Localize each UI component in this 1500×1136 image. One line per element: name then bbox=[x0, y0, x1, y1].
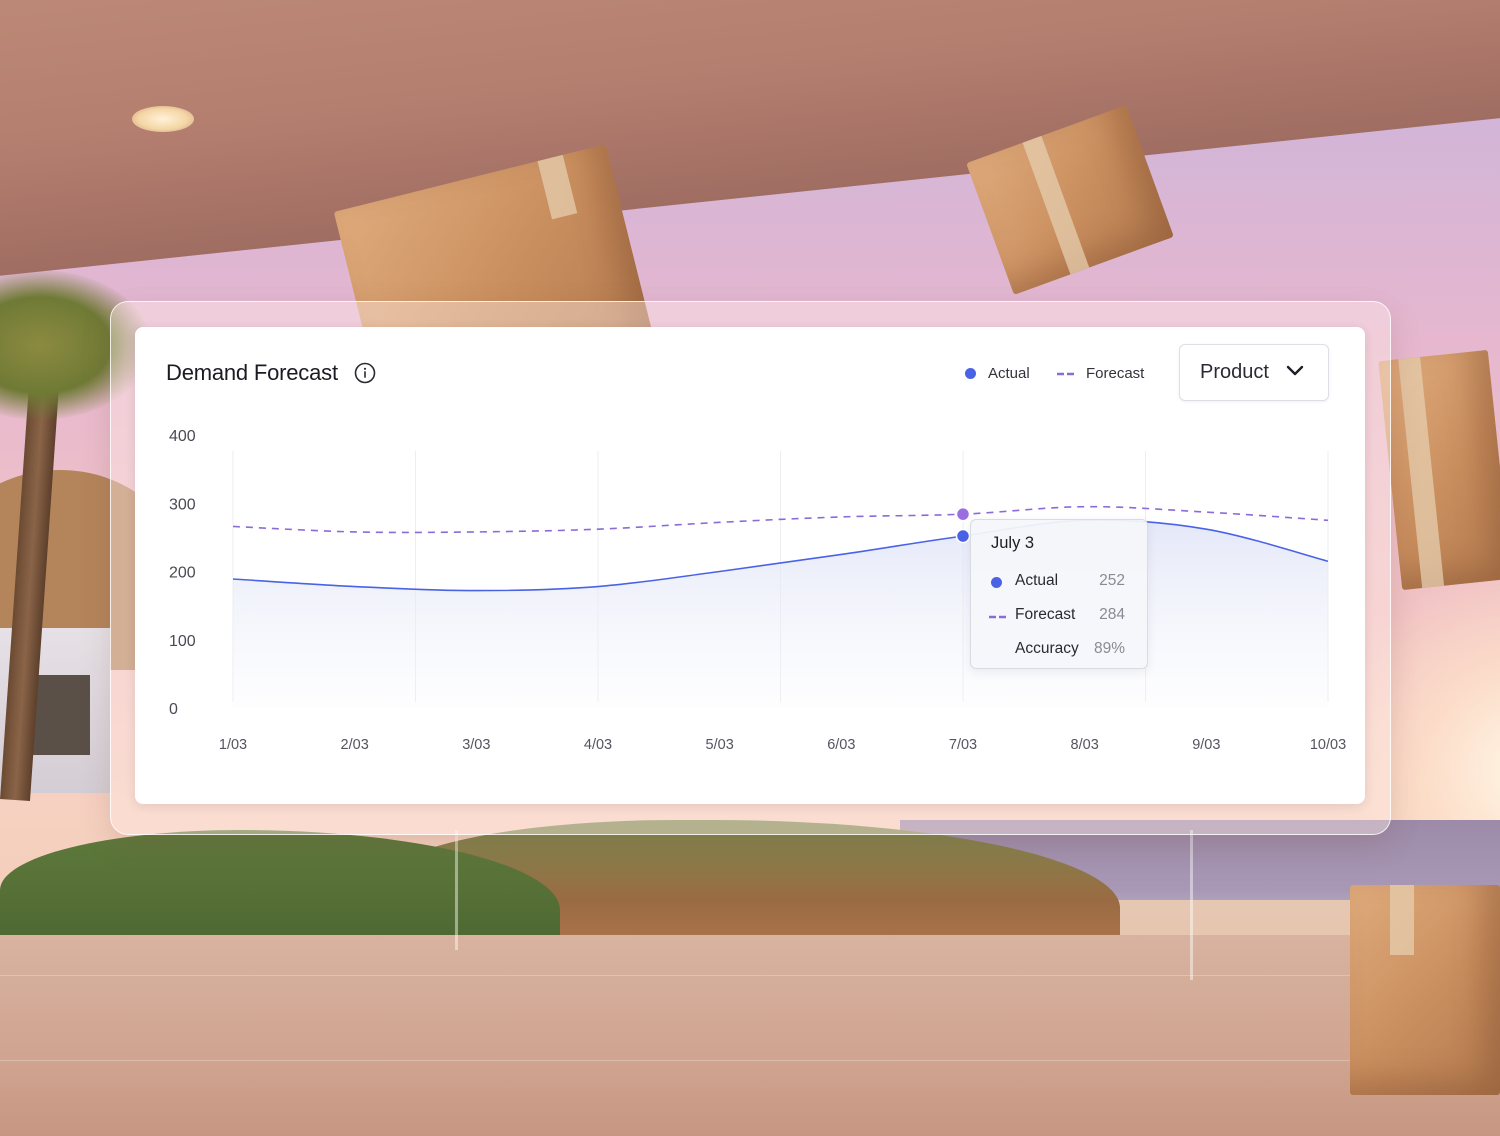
actual-point-marker bbox=[955, 528, 971, 544]
tooltip-value: 252 bbox=[1099, 572, 1125, 589]
chart-tooltip: July 3 Actual 252 Forecast 284 Accuracy … bbox=[970, 519, 1148, 669]
tooltip-row-forecast: Forecast 284 bbox=[971, 606, 1147, 628]
x-tick-label: 2/03 bbox=[341, 737, 369, 753]
tooltip-dash-icon bbox=[989, 615, 1009, 619]
floor-seam bbox=[0, 1060, 1500, 1061]
x-tick-label: 8/03 bbox=[1071, 737, 1099, 753]
tooltip-value: 284 bbox=[1099, 606, 1125, 623]
x-tick-label: 4/03 bbox=[584, 737, 612, 753]
demand-forecast-chart: 0 100 200 300 400 1/03 2/03 3/03 4/03 5/03 6/03 7/… bbox=[169, 428, 1346, 753]
floor bbox=[0, 935, 1500, 1136]
x-tick-label: 10/03 bbox=[1310, 737, 1346, 753]
x-tick-label: 6/03 bbox=[827, 737, 855, 753]
tooltip-row-accuracy: Accuracy 89% bbox=[971, 640, 1147, 662]
glass-railing-post bbox=[455, 830, 458, 950]
forecast-point-marker bbox=[955, 506, 971, 522]
tooltip-dot-icon bbox=[991, 577, 1002, 588]
demand-forecast-card: Demand Forecast Actual Forecast Product … bbox=[135, 327, 1365, 804]
tooltip-label: Forecast bbox=[1015, 606, 1076, 623]
x-tick-label: 9/03 bbox=[1192, 737, 1220, 753]
tooltip-label: Accuracy bbox=[1015, 640, 1079, 657]
x-tick-label: 3/03 bbox=[462, 737, 490, 753]
ceiling-light bbox=[132, 106, 194, 132]
y-tick-label: 300 bbox=[169, 496, 196, 513]
y-tick-label: 100 bbox=[169, 633, 196, 650]
x-tick-label: 5/03 bbox=[706, 737, 734, 753]
cardboard-box bbox=[1350, 885, 1500, 1095]
y-tick-label: 200 bbox=[169, 565, 196, 582]
tooltip-label: Actual bbox=[1015, 572, 1059, 589]
tooltip-title: July 3 bbox=[991, 534, 1035, 552]
x-tick-label: 7/03 bbox=[949, 737, 977, 753]
floor-seam bbox=[0, 975, 1500, 976]
tooltip-value: 89% bbox=[1093, 640, 1125, 657]
glass-railing-post bbox=[1190, 830, 1193, 980]
y-tick-label: 0 bbox=[169, 701, 178, 718]
x-tick-label: 1/03 bbox=[219, 737, 247, 753]
tooltip-row-actual: Actual 252 bbox=[971, 572, 1147, 594]
y-tick-label: 400 bbox=[169, 428, 196, 445]
